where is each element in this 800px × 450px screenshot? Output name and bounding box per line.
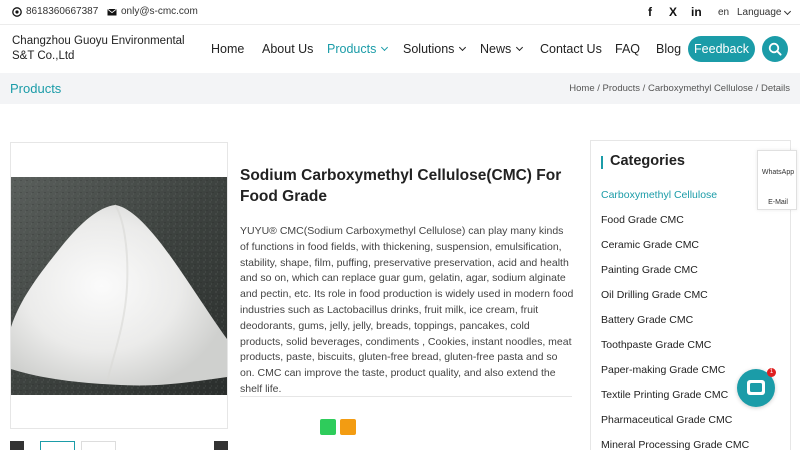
nav-home-label: Home <box>211 42 245 56</box>
whatsapp-icon <box>12 6 22 17</box>
language-select[interactable]: Language <box>737 7 791 18</box>
chat-unread-badge: 1 <box>767 368 776 377</box>
company-name[interactable]: Changzhou Guoyu Environmental S&T Co.,Lt… <box>12 34 197 64</box>
thumbnail-next-button[interactable] <box>214 441 228 450</box>
share-button-orange[interactable] <box>340 419 356 435</box>
breadcrumb-cmc[interactable]: Carboxymethyl Cellulose <box>648 83 753 94</box>
chevron-down-icon <box>516 43 524 52</box>
whatsapp-link[interactable]: WhatsApp <box>758 169 798 176</box>
language-label: Language <box>737 7 782 18</box>
nav-faq-label: FAQ <box>615 42 641 56</box>
nav-news-label: News <box>480 42 512 56</box>
category-textile-printing-grade[interactable]: Textile Printing Grade CMC <box>601 389 728 401</box>
phone-number: 8618360667387 <box>26 6 99 17</box>
nav-products[interactable]: Products <box>327 42 389 56</box>
linkedin-icon[interactable]: in <box>691 5 702 19</box>
categories-title: Categories <box>610 153 685 169</box>
search-button[interactable] <box>762 36 788 62</box>
nav-products-label: Products <box>327 42 377 56</box>
email-contact[interactable]: only@s-cmc.com <box>107 6 198 17</box>
category-battery-grade[interactable]: Battery Grade CMC <box>601 314 693 326</box>
product-image[interactable] <box>11 177 227 395</box>
search-icon <box>768 42 782 56</box>
nav-solutions-label: Solutions <box>403 42 455 56</box>
nav-news[interactable]: News <box>480 42 524 56</box>
feedback-button[interactable]: Feedback <box>688 36 755 62</box>
nav-about-us[interactable]: About Us <box>262 42 313 56</box>
product-image-frame <box>10 142 228 429</box>
category-mineral-processing-grade[interactable]: Mineral Processing Grade CMC <box>601 439 749 450</box>
category-paper-making-grade[interactable]: Paper-making Grade CMC <box>601 364 725 376</box>
category-food-grade[interactable]: Food Grade CMC <box>601 214 684 226</box>
nav-blog-label: Blog <box>656 42 682 56</box>
share-button-green[interactable] <box>320 419 336 435</box>
email-link[interactable]: E-Mail <box>758 199 798 206</box>
language-code[interactable]: en <box>718 7 729 18</box>
chevron-down-icon <box>459 43 467 52</box>
thumbnail-2[interactable] <box>81 441 116 450</box>
chevron-down-icon <box>381 43 389 52</box>
product-description: YUYU® CMC(Sodium Carboxymethyl Cellulose… <box>240 225 574 395</box>
category-toothpaste-grade[interactable]: Toothpaste Grade CMC <box>601 339 711 351</box>
thumbnail-1[interactable] <box>40 441 75 450</box>
nav-faq[interactable]: FAQ <box>615 42 640 56</box>
nav-blog[interactable]: Blog <box>656 42 681 56</box>
phone-contact[interactable]: 8618360667387 <box>12 6 98 17</box>
breadcrumb-products[interactable]: Products <box>603 83 641 94</box>
facebook-icon[interactable]: f <box>648 5 652 19</box>
page-title-band: Products Home / Products / Carboxymethyl… <box>0 73 800 104</box>
category-carboxymethyl-cellulose[interactable]: Carboxymethyl Cellulose <box>601 189 717 201</box>
chevron-down-icon <box>783 7 791 15</box>
nav-contact-us-label: Contact Us <box>540 42 602 56</box>
breadcrumb-home[interactable]: Home <box>569 83 594 94</box>
categories-accent-bar <box>601 156 603 169</box>
category-painting-grade[interactable]: Painting Grade CMC <box>601 264 698 276</box>
product-title: Sodium Carboxymethyl Cellulose(CMC) For … <box>240 167 562 205</box>
category-ceramic-grade[interactable]: Ceramic Grade CMC <box>601 239 699 251</box>
x-icon[interactable]: X <box>669 5 677 19</box>
nav-home[interactable]: Home <box>211 42 244 56</box>
category-oil-drilling-grade[interactable]: Oil Drilling Grade CMC <box>601 289 708 301</box>
nav-contact-us[interactable]: Contact Us <box>540 42 602 56</box>
category-pharmaceutical-grade[interactable]: Pharmaceutical Grade CMC <box>601 414 732 426</box>
page-title: Products <box>10 81 62 96</box>
floating-contact-widget: WhatsApp E-Mail <box>757 150 797 210</box>
divider <box>240 396 572 397</box>
breadcrumb-current: Details <box>760 83 790 94</box>
thumbnail-prev-button[interactable] <box>10 441 24 450</box>
top-contact-bar: 8618360667387 only@s-cmc.com f X in en L… <box>0 0 800 25</box>
nav-solutions[interactable]: Solutions <box>403 42 467 56</box>
site-header: Changzhou Guoyu Environmental S&T Co.,Lt… <box>0 25 800 73</box>
email-address: only@s-cmc.com <box>121 6 198 17</box>
mail-icon <box>107 8 117 15</box>
nav-about-us-label: About Us <box>262 42 314 56</box>
breadcrumb: Home / Products / Carboxymethyl Cellulos… <box>569 83 790 94</box>
